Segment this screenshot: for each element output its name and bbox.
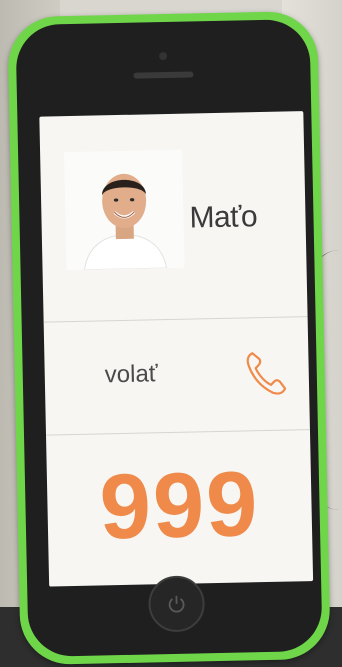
contact-card[interactable]: Maťo [39,111,307,316]
divider-bottom [45,429,310,436]
front-camera [159,51,168,61]
power-icon [168,595,185,613]
phone-device: Maťo volať 999 [7,10,331,666]
person-portrait-icon [64,149,185,271]
phone-bezel: Maťo volať 999 [15,18,323,658]
phone-screen: Maťo volať 999 [39,111,314,587]
contact-photo [64,149,185,271]
call-button[interactable]: volať [44,321,310,427]
phone-handset-icon [246,352,287,395]
earpiece-speaker [133,71,194,79]
contact-name: Maťo [189,200,258,235]
emergency-number: 999 [98,453,261,559]
call-label: volať [104,360,159,389]
home-button[interactable] [147,575,206,633]
